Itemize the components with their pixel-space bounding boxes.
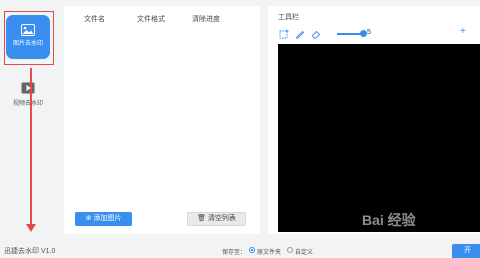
start-button[interactable]: 开 [452,244,480,258]
annotation-arrow-line [30,68,32,228]
column-header-format: 文件格式 [137,16,165,23]
plus-circle-icon: ⊕ [85,215,92,222]
add-tool-button[interactable]: + [460,26,466,37]
sidebar-item-label: 视频去水印 [12,101,43,107]
start-label: 开 [464,247,471,254]
brush-size-value: 5 [367,29,371,36]
column-header-progress: 清除进度 [192,16,220,23]
select-rect-icon[interactable] [279,29,289,39]
add-image-label: 添加图片 [93,215,122,222]
toolbar-title: 工具栏 [278,14,299,21]
column-header-filename: 文件名 [84,16,105,23]
pen-icon[interactable] [295,29,305,39]
image-preview-canvas[interactable] [278,44,480,232]
brush-size-slider-handle[interactable] [360,30,367,37]
radio-custom[interactable] [287,247,293,253]
baidu-jingyan-watermark: Bai 经验 [362,210,462,246]
eraser-icon[interactable] [311,29,321,39]
app-version: 迅捷去水印 V1.0 [4,248,56,255]
radio-custom-label: 自定义 [295,250,314,256]
radio-original-folder[interactable] [249,247,255,253]
radio-original-folder-label: 原文件夹 [257,250,282,256]
trash-icon: 🗑 [197,215,206,222]
save-to-label: 保存至： [222,250,247,256]
annotation-arrow-head [26,224,36,232]
file-list-panel: 文件名 文件格式 清除进度 ⊕ 添加图片 🗑 清空列表 [64,6,260,234]
clear-list-label: 清空列表 [207,215,236,222]
toolbar-panel: 工具栏 5 + [268,6,480,234]
clear-list-button[interactable]: 🗑 清空列表 [187,212,246,226]
annotation-highlight-box [4,11,54,65]
video-play-icon [21,82,35,94]
sidebar-item-video-watermark[interactable]: 视频去水印 [2,82,54,116]
watermark-text: Bai 经验 [362,212,416,228]
add-image-button[interactable]: ⊕ 添加图片 [75,212,132,226]
